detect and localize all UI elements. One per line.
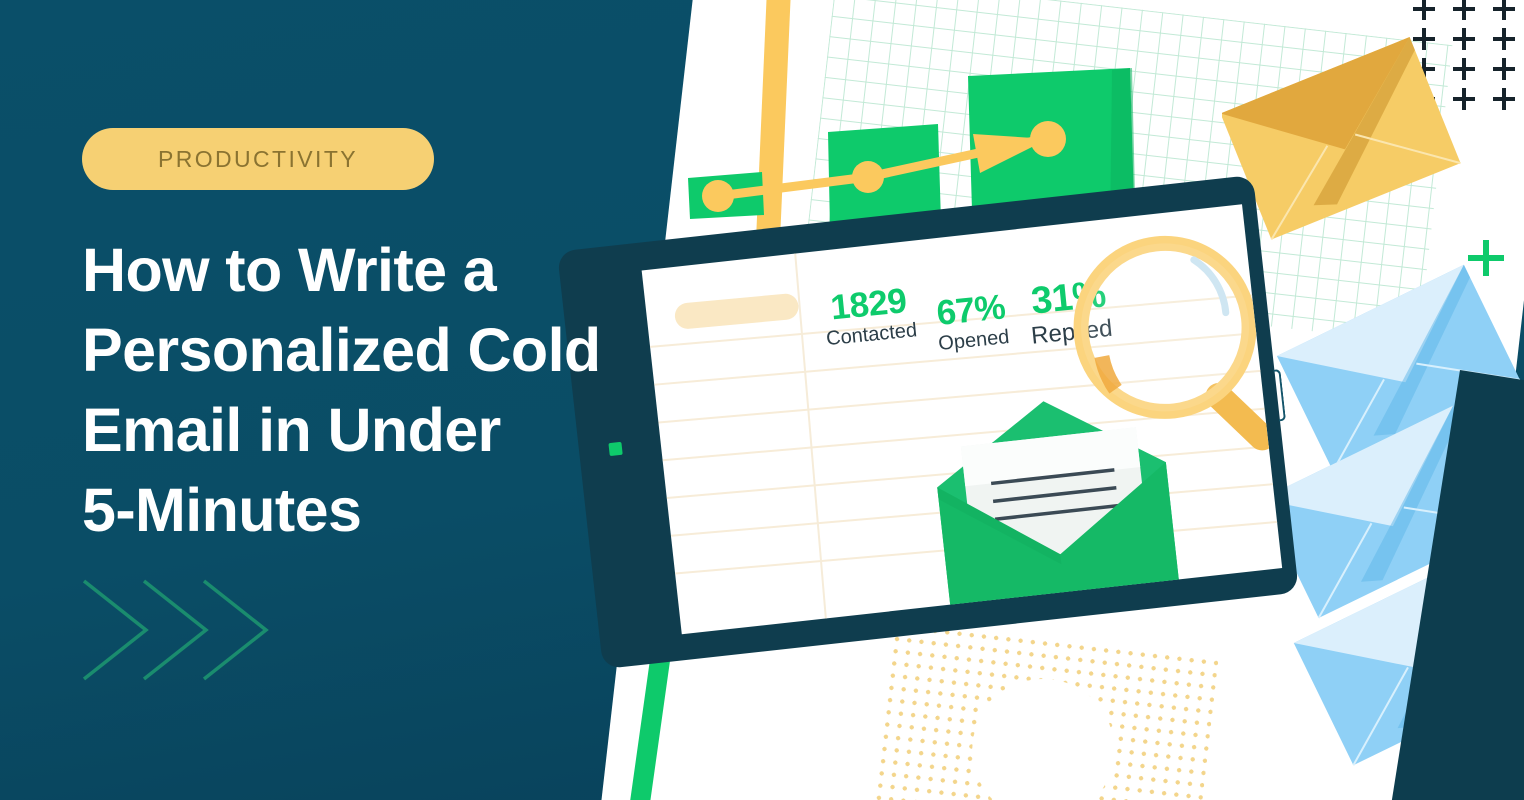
chevron-right-outline-icon	[82, 579, 149, 681]
stat-opened-value: 67%	[934, 287, 1007, 333]
chevron-right-outline-icon	[142, 579, 209, 681]
stat-contacted: 1829 Contacted	[821, 281, 918, 351]
chevron-right-outline-icon	[202, 579, 269, 681]
category-badge[interactable]: PRODUCTIVITY	[82, 128, 434, 190]
yellow-stripe	[755, 0, 798, 258]
stat-opened: 67% Opened	[934, 287, 1011, 356]
plus-icon	[1493, 28, 1515, 50]
plus-icon	[1493, 0, 1515, 20]
tablet-device: 1829 Contacted 67% Opened 31% Replied	[557, 174, 1299, 670]
chevron-right-outline-icon-group	[82, 579, 269, 681]
hero-banner: 1829 Contacted 67% Opened 31% Replied PR…	[0, 0, 1524, 800]
plus-icon	[1493, 58, 1515, 80]
plus-icon	[1453, 0, 1475, 20]
page-title: How to Write a Personalized Cold Email i…	[82, 230, 642, 550]
headline-line-1: How to Write a	[82, 230, 501, 310]
headline-line-2: Personalized Cold	[82, 310, 605, 390]
plus-icon	[1413, 0, 1435, 20]
plus-icon	[1493, 88, 1515, 110]
headline-line-3: Email in Under	[82, 390, 505, 470]
tablet-screen[interactable]: 1829 Contacted 67% Opened 31% Replied	[641, 204, 1283, 635]
headline-line-4: 5-Minutes	[82, 470, 366, 550]
category-badge-label: PRODUCTIVITY	[157, 145, 359, 172]
